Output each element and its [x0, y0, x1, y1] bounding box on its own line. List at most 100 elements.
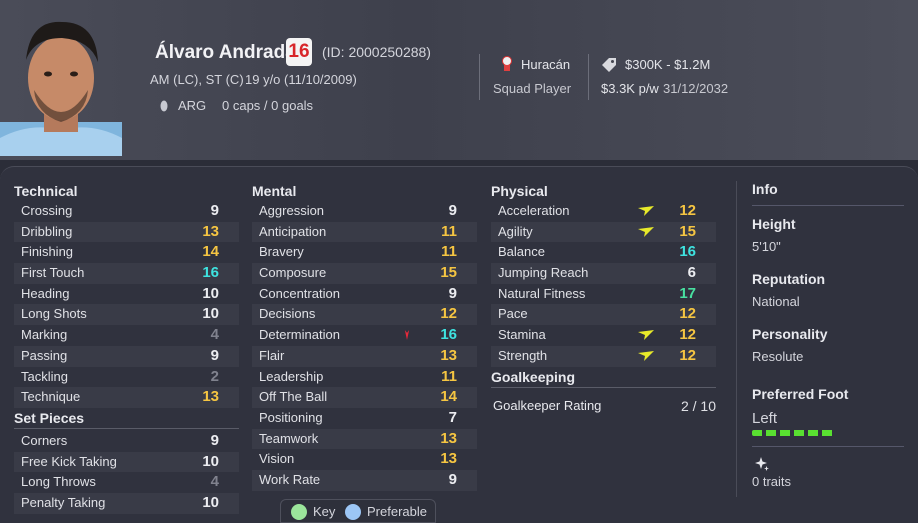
personality-value: Resolute	[752, 349, 804, 364]
attribute-row[interactable]: Jumping Reach 6	[491, 263, 716, 284]
attribute-row[interactable]: Strength 12	[491, 345, 716, 367]
attribute-label: Dribbling	[21, 223, 73, 239]
attribute-row[interactable]: First Touch 16	[14, 263, 239, 284]
attribute-label: Free Kick Taking	[21, 453, 117, 469]
attribute-value: 10	[202, 493, 219, 511]
contract-expiry: 31/12/2032	[663, 81, 729, 96]
attribute-row[interactable]: Anticipation 11	[252, 221, 477, 243]
attribute-row[interactable]: Technique 13	[14, 387, 239, 408]
attribute-label: Concentration	[259, 285, 340, 301]
attribute-value: 14	[440, 388, 457, 406]
attribute-row[interactable]: Vision 13	[252, 449, 477, 470]
section-title-physical: Physical	[491, 183, 548, 199]
attribute-up-arrow-icon	[638, 330, 654, 341]
attribute-row[interactable]: Long Throws 4	[14, 472, 239, 493]
attribute-row[interactable]: Marking 4	[14, 325, 239, 346]
club-name[interactable]: Huracán	[521, 57, 570, 72]
nationality-icon	[160, 100, 168, 112]
player-header	[0, 0, 918, 160]
attribute-row[interactable]: Concentration 9	[252, 284, 477, 305]
attribute-row[interactable]: Natural Fitness 17	[491, 284, 716, 305]
attribute-label: Pace	[498, 306, 528, 322]
attribute-row[interactable]: Tackling 2	[14, 367, 239, 388]
attribute-row[interactable]: Positioning 7	[252, 408, 477, 429]
attribute-row[interactable]: Determination 16	[252, 325, 477, 346]
attribute-value: 16	[440, 326, 457, 344]
preferred-foot-value: Left	[752, 410, 778, 427]
attribute-value: 15	[679, 222, 696, 240]
attribute-row[interactable]: Composure 15	[252, 263, 477, 284]
section-divider	[14, 427, 239, 429]
player-name: Álvaro Andrada	[155, 42, 296, 63]
attribute-row[interactable]: Teamwork 13	[252, 428, 477, 450]
attribute-row[interactable]: Aggression 9	[252, 201, 477, 222]
attribute-label: Composure	[259, 265, 327, 281]
reputation-label: Reputation	[752, 271, 826, 287]
attribute-value: 9	[210, 202, 219, 219]
section-title-mental: Mental	[252, 183, 297, 199]
attribute-row[interactable]: Acceleration 12	[491, 201, 716, 222]
attribute-value: 13	[440, 346, 457, 364]
attribute-label: Penalty Taking	[21, 494, 106, 510]
attribute-row[interactable]: Corners 9	[14, 431, 239, 452]
attribute-label: Tackling	[21, 368, 68, 384]
attribute-label: Passing	[21, 347, 68, 363]
attribute-row[interactable]: Off The Ball 14	[252, 387, 477, 408]
attribute-label: Positioning	[259, 409, 323, 425]
preferred-foot-label: Preferred Foot	[752, 386, 849, 402]
attribute-label: Determination	[259, 327, 340, 343]
section-divider	[491, 386, 716, 388]
attribute-row[interactable]: Passing 9	[14, 345, 239, 367]
attribute-label: Marking	[21, 327, 68, 343]
header-divider	[588, 54, 589, 100]
attribute-row[interactable]: Penalty Taking 10	[14, 492, 239, 514]
squad-status: Squad Player	[493, 81, 572, 96]
attribute-up-arrow-icon	[638, 206, 654, 216]
attribute-row[interactable]: Heading 10	[14, 284, 239, 305]
info-rule	[752, 446, 904, 447]
attribute-row[interactable]: Dribbling 13	[14, 221, 239, 243]
attribute-value: 9	[448, 284, 457, 302]
legend-key-label: Key	[313, 504, 336, 519]
attribute-up-arrow-icon	[638, 350, 654, 361]
height-label: Height	[752, 216, 796, 232]
attribute-row[interactable]: Work Rate 9	[252, 469, 477, 491]
player-age: 19 y/o (11/10/2009)	[245, 72, 357, 87]
attribute-label: Natural Fitness	[498, 285, 586, 301]
personality-label: Personality	[752, 326, 828, 342]
attribute-label: Teamwork	[259, 430, 319, 446]
player-nationality: ARG	[178, 98, 207, 113]
attribute-label: Technique	[21, 389, 81, 405]
attribute-label: Aggression	[259, 203, 325, 218]
attribute-row[interactable]: Free Kick Taking 10	[14, 451, 239, 473]
player-caps: 0 caps / 0 goals	[222, 98, 314, 113]
attribute-row[interactable]: Crossing 9	[14, 201, 239, 222]
attribute-row[interactable]: Balance 16	[491, 242, 716, 263]
goalkeeper-rating-row: Goalkeeper Rating 2 / 10	[491, 394, 716, 418]
attribute-value: 14	[202, 243, 219, 261]
info-rule	[752, 205, 904, 206]
attribute-value: 12	[440, 305, 457, 323]
attribute-row[interactable]: Pace 12	[491, 304, 716, 326]
attribute-label: Crossing	[21, 203, 73, 218]
sparkle-icon	[755, 457, 769, 471]
attribute-value: 13	[440, 429, 457, 447]
attribute-row[interactable]: Finishing 14	[14, 242, 239, 263]
attribute-row[interactable]: Stamina 12	[491, 325, 716, 346]
attribute-row[interactable]: Agility 15	[491, 221, 716, 243]
attribute-row[interactable]: Bravery 11	[252, 242, 477, 263]
wage: $3.3K p/w	[601, 81, 659, 96]
key-dot-icon	[291, 504, 307, 520]
attribute-label: Agility	[498, 223, 533, 239]
attribute-label: First Touch	[21, 265, 85, 281]
attribute-value: 12	[679, 326, 696, 344]
attribute-row[interactable]: Flair 13	[252, 345, 477, 367]
goalkeeper-rating-label: Goalkeeper Rating	[493, 397, 602, 413]
attribute-row[interactable]: Leadership 11	[252, 367, 477, 388]
attribute-row[interactable]: Decisions 12	[252, 304, 477, 326]
attribute-value: 10	[202, 452, 219, 470]
traits-count[interactable]: 0 traits	[752, 474, 791, 489]
attribute-row[interactable]: Long Shots 10	[14, 304, 239, 326]
attribute-value: 10	[202, 305, 219, 323]
attribute-value: 12	[679, 346, 696, 364]
